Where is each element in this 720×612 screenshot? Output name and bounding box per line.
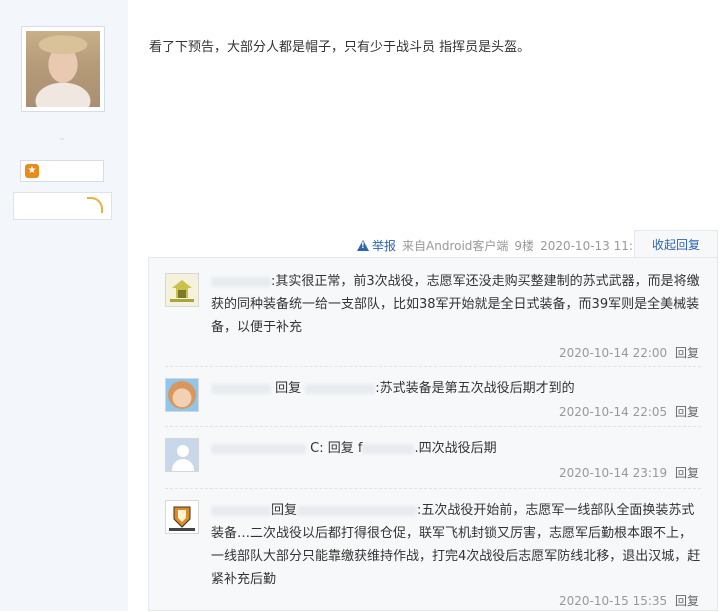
- reply-button[interactable]: 回复: [675, 405, 699, 419]
- reply-avatar[interactable]: [165, 273, 199, 307]
- reply-avatar[interactable]: [165, 438, 199, 472]
- redacted-username[interactable]: [211, 505, 271, 516]
- reply-text: :其实很正常，前3次战役，志愿军还没走购买整建制的苏式武器，而是将缴获的同种装备…: [211, 270, 701, 339]
- badge-swirl-icon: [87, 197, 103, 213]
- reply-text: C: 回复 f .四次战役后期: [211, 437, 701, 460]
- reply-item: 回复 :苏式装备是第五次战役后期才到的 2020-10-14 22:05 回复: [149, 366, 717, 426]
- reply-text: 回复:五次战役开始前，志愿军一线部队全面换装苏式装备…二次战役以后都打得很仓促，…: [211, 499, 701, 591]
- report-link[interactable]: 举报: [357, 237, 396, 254]
- reply-item: C: 回复 f .四次战役后期 2020-10-14 23:19 回复: [149, 426, 717, 488]
- reply-time: 2020-10-14 22:00: [559, 346, 668, 360]
- reply-item: :其实很正常，前3次战役，志愿军还没走购买整建制的苏式武器，而是将缴获的同种装备…: [149, 258, 717, 366]
- default-avatar-icon: [177, 445, 189, 457]
- reply-meta: 2020-10-15 15:35 回复: [559, 592, 699, 609]
- level-badge[interactable]: ★: [20, 160, 104, 182]
- redacted-username[interactable]: [305, 383, 376, 394]
- reply-avatar[interactable]: [165, 378, 199, 412]
- reply-avatar[interactable]: [165, 500, 199, 534]
- author-name-placeholder: [60, 138, 64, 140]
- reply-body: .四次战役后期: [414, 441, 497, 456]
- reply-button[interactable]: 回复: [675, 594, 699, 608]
- reply-item: 回复:五次战役开始前，志愿军一线部队全面换装苏式装备…二次战役以后都打得很仓促，…: [149, 488, 717, 612]
- post-source: 来自Android客户端: [402, 239, 509, 253]
- reply-body: :苏式装备是第五次战役后期才到的: [375, 381, 575, 396]
- reply-time: 2020-10-14 23:19: [559, 466, 668, 480]
- member-badge[interactable]: [13, 192, 112, 220]
- reply-time: 2020-10-14 22:05: [559, 405, 668, 419]
- report-label: 举报: [372, 239, 397, 253]
- redacted-username[interactable]: [211, 443, 306, 454]
- reply-prefix: 回复: [275, 381, 302, 396]
- reply-meta: 2020-10-14 22:05 回复: [559, 403, 699, 420]
- warning-icon: [357, 240, 369, 251]
- redacted-username[interactable]: [211, 383, 271, 394]
- reply-meta: 2020-10-14 22:00 回复: [559, 344, 699, 361]
- reply-prefix: 回复: [271, 503, 298, 518]
- author-sidebar: ★: [0, 0, 128, 611]
- author-avatar[interactable]: [21, 26, 105, 112]
- bear-avatar-icon: [168, 381, 196, 409]
- post-meta: 举报 来自Android客户端 9楼 2020-10-13 11:11: [357, 237, 648, 254]
- reply-button[interactable]: 回复: [675, 346, 699, 360]
- reply-list: :其实很正常，前3次战役，志愿军还没走购买整建制的苏式武器，而是将缴获的同种装备…: [148, 257, 718, 611]
- cartoon-avatar-icon: [166, 274, 198, 306]
- reply-text: 回复 :苏式装备是第五次战役后期才到的: [211, 377, 701, 400]
- post-time: 2020-10-13 11:11: [540, 238, 649, 253]
- redacted-username[interactable]: [211, 276, 271, 287]
- redacted-username[interactable]: [362, 443, 415, 454]
- redacted-username[interactable]: [297, 505, 418, 516]
- post-floor: 9楼: [514, 239, 535, 253]
- author-avatar-image: [26, 31, 100, 107]
- collapse-replies-button[interactable]: 收起回复: [634, 230, 718, 258]
- level-icon: ★: [25, 164, 39, 178]
- reply-prefix: C: 回复 f: [310, 441, 363, 456]
- emblem-avatar-icon: [169, 506, 195, 531]
- reply-button[interactable]: 回复: [675, 466, 699, 480]
- reply-body: 其实很正常，前3次战役，志愿军还没走购买整建制的苏式武器，而是将缴获的同种装备统…: [211, 274, 700, 335]
- post-content: 看了下预告，大部分人都是帽子，只有少于战斗员 指挥员是头盔。: [149, 40, 531, 55]
- reply-meta: 2020-10-14 23:19 回复: [559, 464, 699, 481]
- reply-time: 2020-10-15 15:35: [559, 594, 668, 608]
